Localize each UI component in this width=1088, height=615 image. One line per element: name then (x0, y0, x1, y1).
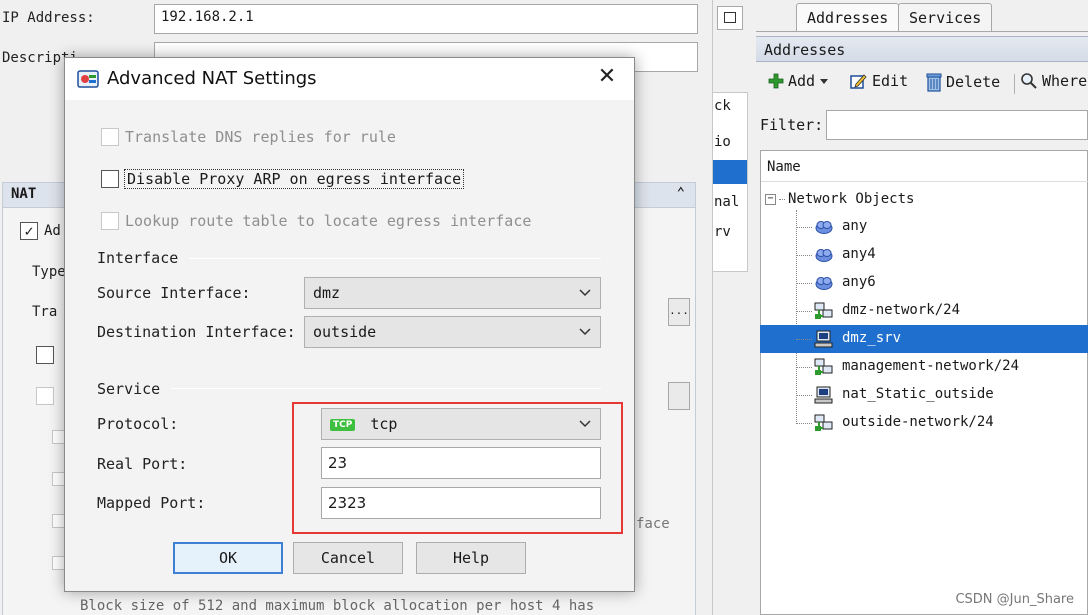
interface-section-label: Interface (97, 249, 179, 267)
background-checkbox[interactable] (36, 346, 54, 364)
close-icon[interactable]: ✕ (595, 66, 619, 90)
middle-fragment: ck (714, 98, 731, 114)
ip-address-input[interactable]: 192.168.2.1 (154, 4, 698, 34)
middle-fragment: rv (714, 224, 731, 240)
name-column-header[interactable]: Name (767, 159, 801, 175)
edit-button-label: Edit (872, 72, 909, 90)
maximize-icon (724, 12, 736, 23)
real-port-label: Real Port: (97, 455, 188, 473)
edit-button[interactable]: Edit (850, 72, 908, 90)
lookup-route-label: Lookup route table to locate egress inte… (125, 212, 532, 230)
filter-input[interactable] (826, 110, 1088, 140)
middle-fragment: io (714, 134, 731, 150)
type-label: Type (32, 264, 66, 280)
edit-icon (850, 74, 867, 89)
browse-button[interactable]: ... (668, 298, 690, 326)
ip-address-label: IP Address: (2, 10, 95, 26)
lookup-route-option[interactable]: Lookup route table to locate egress inte… (101, 212, 531, 230)
protocol-label: Protocol: (97, 415, 179, 433)
source-interface-value: dmz (313, 284, 341, 302)
chevron-down-icon (579, 289, 591, 297)
destination-interface-label: Destination Interface: (97, 323, 296, 341)
toolbar-separator (1014, 74, 1015, 94)
tab-addresses[interactable]: Addresses (796, 3, 900, 31)
header-divider (761, 181, 1088, 182)
source-interface-select[interactable]: dmz (304, 277, 601, 309)
interface-section-divider (189, 258, 601, 259)
help-button[interactable]: Help (416, 542, 526, 574)
bottom-info-text: Block size of 512 and maximum block allo… (80, 598, 595, 614)
middle-list-selection (713, 160, 747, 184)
middle-fragment: nal (714, 194, 740, 210)
maximize-button[interactable] (717, 6, 743, 30)
dialog-titlebar[interactable]: Advanced NAT Settings ✕ (65, 58, 634, 100)
filter-label: Filter: (760, 116, 824, 134)
tree-connector (779, 198, 785, 200)
dialog-title: Advanced NAT Settings (107, 68, 317, 89)
collapse-icon[interactable]: ⌃ (677, 185, 685, 201)
auto-nat-label: Ad (44, 223, 61, 239)
lookup-route-checkbox[interactable] (101, 212, 119, 230)
mapped-port-label: Mapped Port: (97, 494, 206, 512)
trash-icon (926, 73, 942, 92)
source-interface-label: Source Interface: (97, 284, 251, 302)
ok-button[interactable]: OK (173, 542, 283, 574)
addresses-panel-title: Addresses (756, 36, 1088, 62)
disable-proxy-arp-checkbox[interactable] (101, 170, 119, 188)
service-section-divider (171, 388, 601, 389)
translated-label: Tra (32, 304, 58, 320)
auto-nat-checkbox[interactable] (20, 222, 38, 240)
add-button[interactable]: Add (768, 72, 829, 90)
tree-root-network-objects[interactable]: − Network Objects (765, 191, 914, 207)
disable-proxy-arp-label: Disable Proxy ARP on egress interface (123, 169, 465, 189)
background-checkbox-disabled[interactable] (36, 387, 54, 405)
where-used-label: Where (1042, 72, 1088, 90)
collapse-tree-icon[interactable]: − (765, 193, 776, 205)
disable-proxy-arp-option[interactable]: Disable Proxy ARP on egress interface (101, 169, 465, 189)
highlight-annotation-box (292, 402, 623, 534)
delete-button-label: Delete (946, 73, 1001, 91)
tree-vertical-connector (796, 210, 797, 424)
translate-dns-checkbox[interactable] (101, 128, 119, 146)
browse-button-disabled[interactable] (668, 382, 690, 410)
delete-button[interactable]: Delete (926, 72, 1000, 92)
tree-root-label: Network Objects (788, 191, 915, 207)
nat-settings-icon (77, 70, 99, 88)
chevron-down-icon (579, 328, 591, 336)
service-section-label: Service (97, 380, 161, 398)
nat-section-title: NAT (11, 186, 37, 202)
translate-dns-option[interactable]: Translate DNS replies for rule (101, 128, 396, 146)
tab-baseline (756, 31, 1088, 32)
address-tree: Name − Network Objects (760, 150, 1088, 615)
side-text: face (636, 516, 670, 532)
plus-icon (768, 73, 784, 89)
translate-dns-label: Translate DNS replies for rule (125, 128, 396, 146)
dropdown-arrow-icon (820, 79, 829, 84)
addresses-toolbar: Add Edit Delete Where (756, 66, 1088, 100)
auto-nat-row[interactable]: Ad (20, 222, 61, 240)
where-used-button[interactable]: Where (1020, 72, 1087, 90)
destination-interface-value: outside (313, 323, 377, 341)
destination-interface-select[interactable]: outside (304, 316, 601, 348)
cancel-button[interactable]: Cancel (293, 542, 403, 574)
magnifier-icon (1021, 73, 1037, 89)
tab-services[interactable]: Services (898, 3, 993, 31)
watermark-text: CSDN @Jun_Share (955, 592, 1074, 607)
add-button-label: Add (788, 72, 816, 90)
